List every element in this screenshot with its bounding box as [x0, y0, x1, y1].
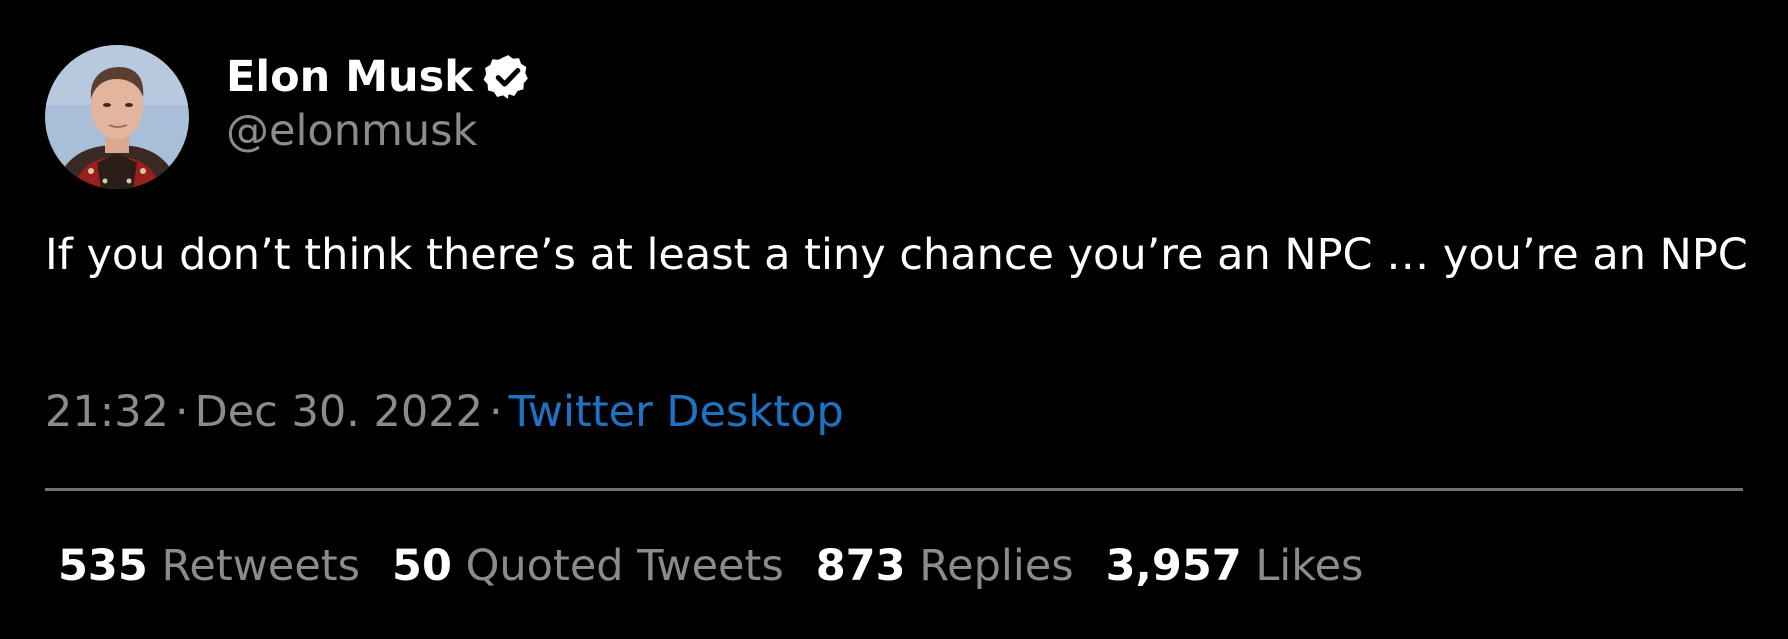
stat-retweets[interactable]: 535 Retweets	[58, 539, 360, 593]
stat-quoted-tweets[interactable]: 50 Quoted Tweets	[392, 539, 784, 593]
author-name[interactable]: Elon Musk	[226, 50, 533, 104]
tweet-stats: 535 Retweets 50 Quoted Tweets 873 Replie…	[58, 539, 1395, 593]
avatar[interactable]	[45, 45, 189, 189]
stat-replies[interactable]: 873 Replies	[816, 539, 1074, 593]
stat-label: Quoted Tweets	[465, 541, 784, 591]
divider	[45, 488, 1743, 491]
meta-separator: ·	[488, 387, 503, 437]
author-handle[interactable]: @elonmusk	[226, 104, 477, 158]
stat-count: 535	[58, 541, 148, 591]
stat-likes[interactable]: 3,957 Likes	[1106, 539, 1364, 593]
author-display-name[interactable]: Elon Musk	[226, 50, 473, 104]
tweet-time[interactable]: 21:32	[45, 387, 169, 437]
tweet-meta: 21:32 · Dec 30. 2022 · Twitter Desktop	[45, 385, 844, 439]
stat-label: Likes	[1255, 541, 1364, 591]
profile-photo	[45, 45, 189, 189]
meta-separator: ·	[174, 387, 189, 437]
stat-count: 3,957	[1105, 541, 1242, 591]
tweet-body: If you don’t think there’s at least a ti…	[45, 230, 1748, 280]
verified-badge-icon	[483, 52, 533, 102]
tweet-source-link[interactable]: Twitter Desktop	[509, 387, 844, 437]
stat-label: Retweets	[161, 541, 361, 591]
stat-count: 50	[392, 541, 452, 591]
stat-count: 873	[815, 541, 906, 591]
tweet-date[interactable]: Dec 30. 2022	[195, 387, 483, 437]
stat-label: Replies	[919, 541, 1074, 591]
